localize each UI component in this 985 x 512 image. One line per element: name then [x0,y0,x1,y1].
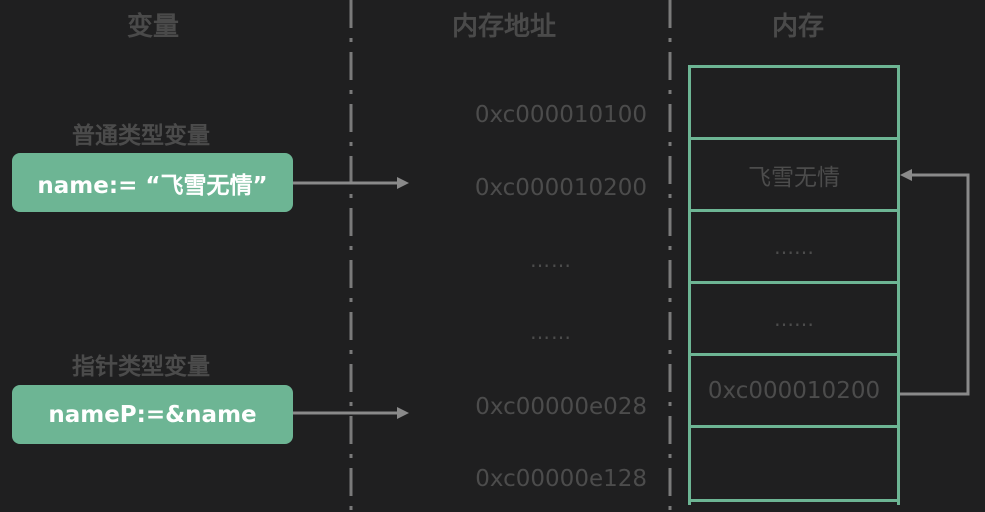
arrowhead-right-icon [397,407,409,419]
arrowhead-right-icon [397,177,409,189]
arrow-pointer-value-to-target [900,173,970,396]
arrowhead-left-icon [900,169,912,181]
arrows [293,169,970,419]
